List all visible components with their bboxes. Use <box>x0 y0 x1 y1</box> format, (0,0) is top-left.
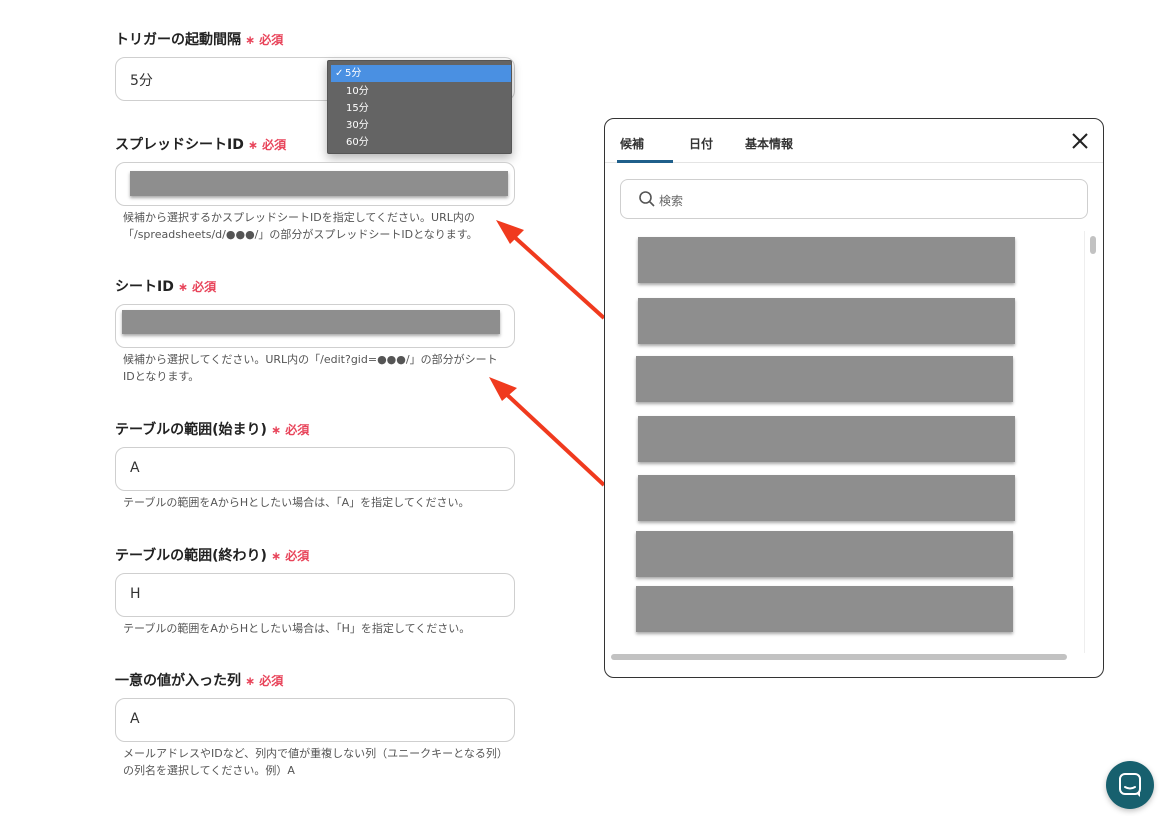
search-placeholder: 検索 <box>659 194 684 208</box>
tab-candidates[interactable]: 候補 <box>620 135 644 152</box>
chat-icon <box>1119 773 1141 797</box>
candidate-item[interactable] <box>636 586 1013 632</box>
horizontal-scrollbar[interactable] <box>611 653 1087 661</box>
candidate-item[interactable] <box>636 356 1013 402</box>
close-icon[interactable] <box>1070 131 1090 151</box>
chat-button[interactable] <box>1106 761 1154 809</box>
arrow-to-spreadsheet-id <box>508 231 606 320</box>
candidate-item[interactable] <box>638 298 1015 344</box>
candidates-panel: 候補 日付 基本情報 検索 <box>604 118 1104 678</box>
candidate-search-input[interactable]: 検索 <box>620 179 1088 219</box>
vertical-scrollbar[interactable] <box>1089 236 1097 652</box>
candidate-item[interactable] <box>636 531 1013 577</box>
candidate-item[interactable] <box>638 237 1015 283</box>
search-icon <box>639 191 655 207</box>
scrollbar-thumb[interactable] <box>611 654 1067 660</box>
tab-basic-info[interactable]: 基本情報 <box>745 135 793 152</box>
candidate-item[interactable] <box>638 475 1015 521</box>
panel-tabs: 候補 日付 基本情報 <box>605 119 1103 163</box>
tab-date[interactable]: 日付 <box>689 135 713 152</box>
scrollbar-thumb[interactable] <box>1090 236 1096 254</box>
arrow-to-sheet-id <box>501 389 606 487</box>
active-tab-indicator <box>617 160 673 163</box>
candidate-item[interactable] <box>638 416 1015 462</box>
candidate-list <box>609 231 1085 653</box>
